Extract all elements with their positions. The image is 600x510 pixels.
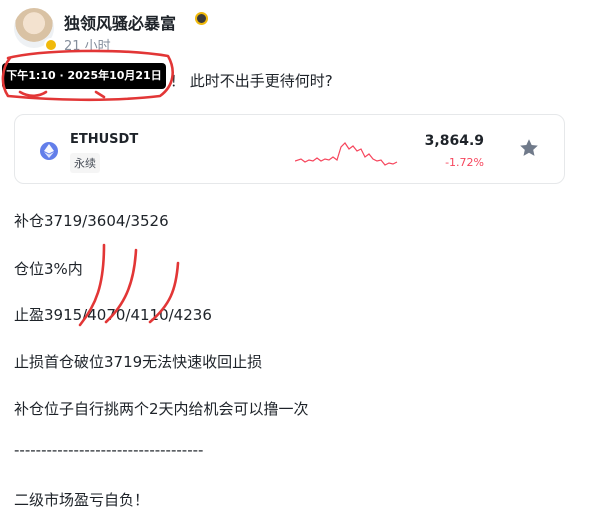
post-line-disclaimer: 二级市场盈亏自负！	[14, 491, 150, 509]
annotation-underline	[18, 90, 48, 98]
ticker-symbol: ETHUSDT	[70, 132, 139, 147]
post-divider: -----------------------------------	[14, 441, 204, 459]
post-line-add-position: 补仓3719/3604/3526	[14, 212, 169, 230]
verified-badge-icon	[44, 38, 58, 52]
annotation-tick	[94, 90, 106, 99]
post-line-take-profit: 止盈3915/4070/4110/4236	[14, 306, 212, 324]
post-line-add-note: 补仓位子自行挑两个2天内给机会可以撸一次	[14, 400, 309, 418]
creator-badge-icon	[195, 12, 208, 25]
post-headline: ！ 此时不出手更待何时?	[170, 72, 333, 90]
ethereum-icon	[40, 142, 58, 160]
ticker-price: 3,864.9	[424, 133, 484, 149]
ticker-type-badge: 永续	[70, 153, 100, 173]
star-icon[interactable]	[518, 137, 540, 159]
price-sparkline	[295, 142, 398, 166]
author-name[interactable]: 独领风骚必暴富	[64, 10, 176, 34]
post-line-position-size: 仓位3%内	[14, 260, 83, 278]
ticker-card[interactable]: ETHUSDT 永续 3,864.9 -1.72%	[14, 114, 565, 184]
post-line-stop-loss: 止损首仓破位3719无法快速收回止损	[14, 353, 263, 371]
timestamp-tooltip: 下午1:10 · 2025年10月21日	[2, 63, 166, 89]
post-time: 21 小时	[64, 39, 111, 54]
ticker-change: -1.72%	[445, 156, 484, 169]
